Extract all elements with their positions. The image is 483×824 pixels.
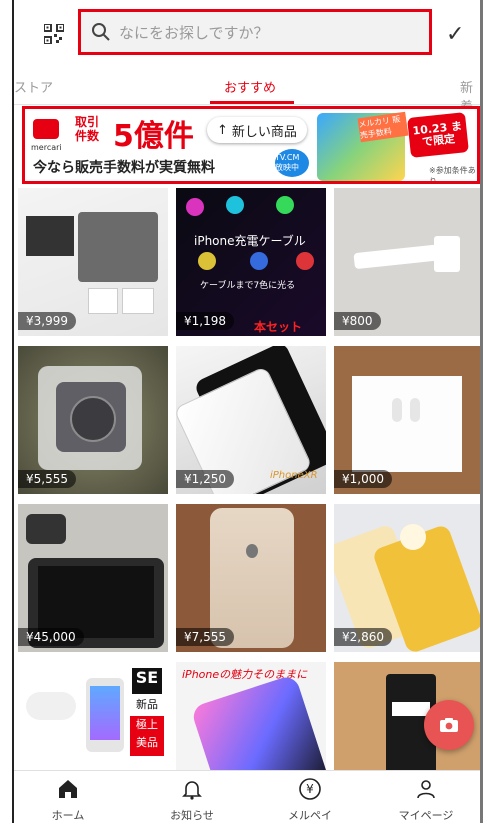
svg-text:¥: ¥ [306, 782, 314, 796]
item-price: ¥1,250 [176, 470, 234, 488]
nav-notifications[interactable]: お知らせ [142, 773, 242, 823]
se-text-new: 新品 [136, 698, 158, 711]
item-card[interactable]: ¥1,000 [334, 346, 480, 494]
item-price: ¥7,555 [176, 628, 234, 646]
banner-line1: 取引 件数 [75, 115, 100, 143]
banner-big-text: 5億件 [113, 119, 194, 154]
item-price: ¥1,000 [334, 470, 392, 488]
banner-condition: ※参加条件あり [429, 166, 476, 184]
person-icon [417, 780, 435, 799]
nav-merpay-label: メルペイ [288, 809, 332, 822]
mercari-logo-icon [33, 119, 59, 139]
nav-notifications-label: お知らせ [170, 809, 214, 822]
search-icon [92, 23, 110, 41]
item-card[interactable]: ¥2,860 [334, 504, 480, 652]
camera-icon [440, 718, 458, 732]
item-card[interactable]: ¥7,555 [176, 504, 326, 652]
category-tabs: ストア おすすめ 新着 [14, 70, 480, 115]
se-text-grade: 極上 美品 [130, 716, 164, 756]
yen-icon: ¥ [299, 778, 321, 800]
nav-home-label: ホーム [51, 809, 85, 822]
promo-banner[interactable]: mercari 取引 件数 5億件 今なら販売手数料が実質無料 TV.CM 放映中… [22, 106, 480, 184]
tvcm-badge: TV.CM 放映中 [275, 149, 309, 177]
item-card[interactable]: ¥5,555 [18, 346, 168, 494]
qr-code-icon[interactable] [44, 24, 64, 44]
nav-home[interactable]: ホーム [18, 773, 118, 823]
active-tab-indicator [210, 101, 294, 104]
item-price: ¥2,860 [334, 628, 392, 646]
item-overlay-subtext: ケーブルまで7色に光る [200, 281, 296, 291]
item-price: ¥3,999 [18, 312, 76, 330]
item-overlay-text: iPhoneXR [270, 470, 318, 481]
banner-logo-text: mercari [31, 143, 62, 152]
bottom-nav: ホーム お知らせ ¥ メルペイ マイページ [14, 770, 480, 824]
item-card[interactable]: ¥45,000 [18, 504, 168, 652]
banner-bottom-text: 今なら販売手数料が実質無料 [33, 160, 215, 176]
arrow-up-icon: ↑ [217, 122, 228, 138]
search-placeholder: なにをお探しですか？ [119, 23, 269, 42]
nav-mypage-label: マイページ [398, 809, 454, 822]
item-card[interactable]: ¥800 [334, 188, 480, 336]
home-icon [59, 780, 77, 798]
nav-mypage[interactable]: マイページ [376, 773, 476, 823]
item-price: ¥45,000 [18, 628, 84, 646]
nav-merpay[interactable]: ¥ メルペイ [260, 773, 360, 823]
tab-store[interactable]: ストア [14, 77, 53, 96]
new-items-pill[interactable]: ↑ 新しい商品 [207, 117, 307, 143]
item-price: ¥1,198 [176, 312, 234, 330]
item-price: ¥5,555 [18, 470, 76, 488]
item-card[interactable]: iPhone充電ケーブル ケーブルまで7色に光る 本セット ¥1,198 [176, 188, 326, 336]
item-overlay-set: 本セット [254, 320, 303, 334]
frame-left-edge [12, 0, 14, 823]
tab-recommended[interactable]: おすすめ [224, 77, 276, 96]
item-card[interactable]: ¥3,999 [18, 188, 168, 336]
se-badge: SE [132, 668, 162, 694]
search-bar[interactable]: なにをお探しですか？ [78, 9, 432, 55]
camera-fab-button[interactable] [424, 700, 474, 750]
item-overlay-text: iPhone充電ケーブル [194, 234, 306, 248]
item-card[interactable]: iPhoneXR ¥1,250 [176, 346, 326, 494]
bell-icon [182, 781, 202, 800]
item-price: ¥800 [334, 312, 381, 330]
banner-date-badge: 10.23 まで限定 [407, 112, 469, 158]
checkmark-icon[interactable]: ✓ [446, 22, 464, 47]
new-items-label: 新しい商品 [231, 124, 297, 140]
